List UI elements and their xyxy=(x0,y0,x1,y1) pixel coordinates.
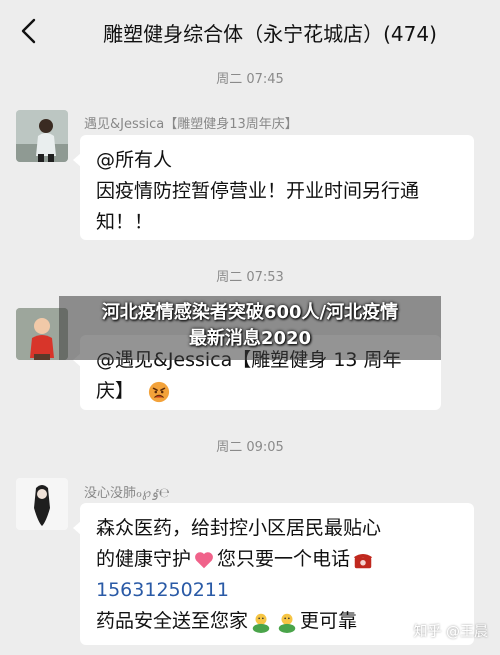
avatar[interactable] xyxy=(16,478,68,530)
telephone-icon xyxy=(353,553,373,568)
headline-line: 最新消息2020 xyxy=(188,328,312,349)
message-line: 的健康守护 xyxy=(96,548,192,570)
message-line: 知！！ xyxy=(96,211,154,233)
message-line-with-emoji: 药品安全送至您家 更可靠 xyxy=(96,606,460,637)
clapping-person-emoji xyxy=(252,613,270,633)
heart-icon xyxy=(195,551,213,568)
avatar-photo xyxy=(16,478,68,530)
message-bubble[interactable]: @所有人 因疫情防控暂停营业！开业时间另行通 知！！ xyxy=(73,135,474,240)
sender-name: 遇见&Jessica【雕塑健身13周年庆】 xyxy=(84,117,298,132)
watermark: 知乎 @王晨 xyxy=(414,621,488,641)
chat-title: 雕塑健身综合体（永宁花城店）(474) xyxy=(103,22,437,46)
chevron-left-icon xyxy=(21,18,36,44)
message-line: 您只要一个电话 xyxy=(217,548,351,570)
avatar[interactable] xyxy=(16,110,68,162)
phone-number-link[interactable]: 15631250211 xyxy=(96,575,460,606)
message-line-with-icons: 的健康守护 您只要一个电话 xyxy=(96,544,460,575)
angry-face-emoji xyxy=(148,381,170,402)
message-line: 庆】 xyxy=(96,380,135,402)
message-line: 更可靠 xyxy=(300,610,358,632)
sender-name: 没心没肺ℴ℘ٶ℮ xyxy=(84,486,170,501)
chat-header: 雕塑健身综合体（永宁花城店）(474) xyxy=(0,0,500,62)
message-line-with-emoji: 庆】 xyxy=(96,376,427,407)
message-line: @所有人 xyxy=(96,149,173,171)
message-line: 药品安全送至您家 xyxy=(96,610,249,632)
headline-text: 河北疫情感染者突破600人/河北疫情 最新消息2020 xyxy=(60,300,440,352)
headline-line: 河北疫情感染者突破600人/河北疫情 xyxy=(101,302,399,323)
message-line: 森众医药，给封控小区居民最贴心 xyxy=(96,517,382,539)
avatar-photo xyxy=(16,110,68,162)
message-line: 因疫情防控暂停营业！开业时间另行通 xyxy=(96,180,420,202)
clapping-person-emoji xyxy=(278,613,296,633)
watermark-text: 知乎 @王晨 xyxy=(413,624,488,640)
timestamp: 周二 07:53 xyxy=(216,270,284,285)
timestamp: 周二 09:05 xyxy=(216,440,284,455)
back-button[interactable] xyxy=(14,16,44,46)
timestamp: 周二 07:45 xyxy=(216,72,284,87)
